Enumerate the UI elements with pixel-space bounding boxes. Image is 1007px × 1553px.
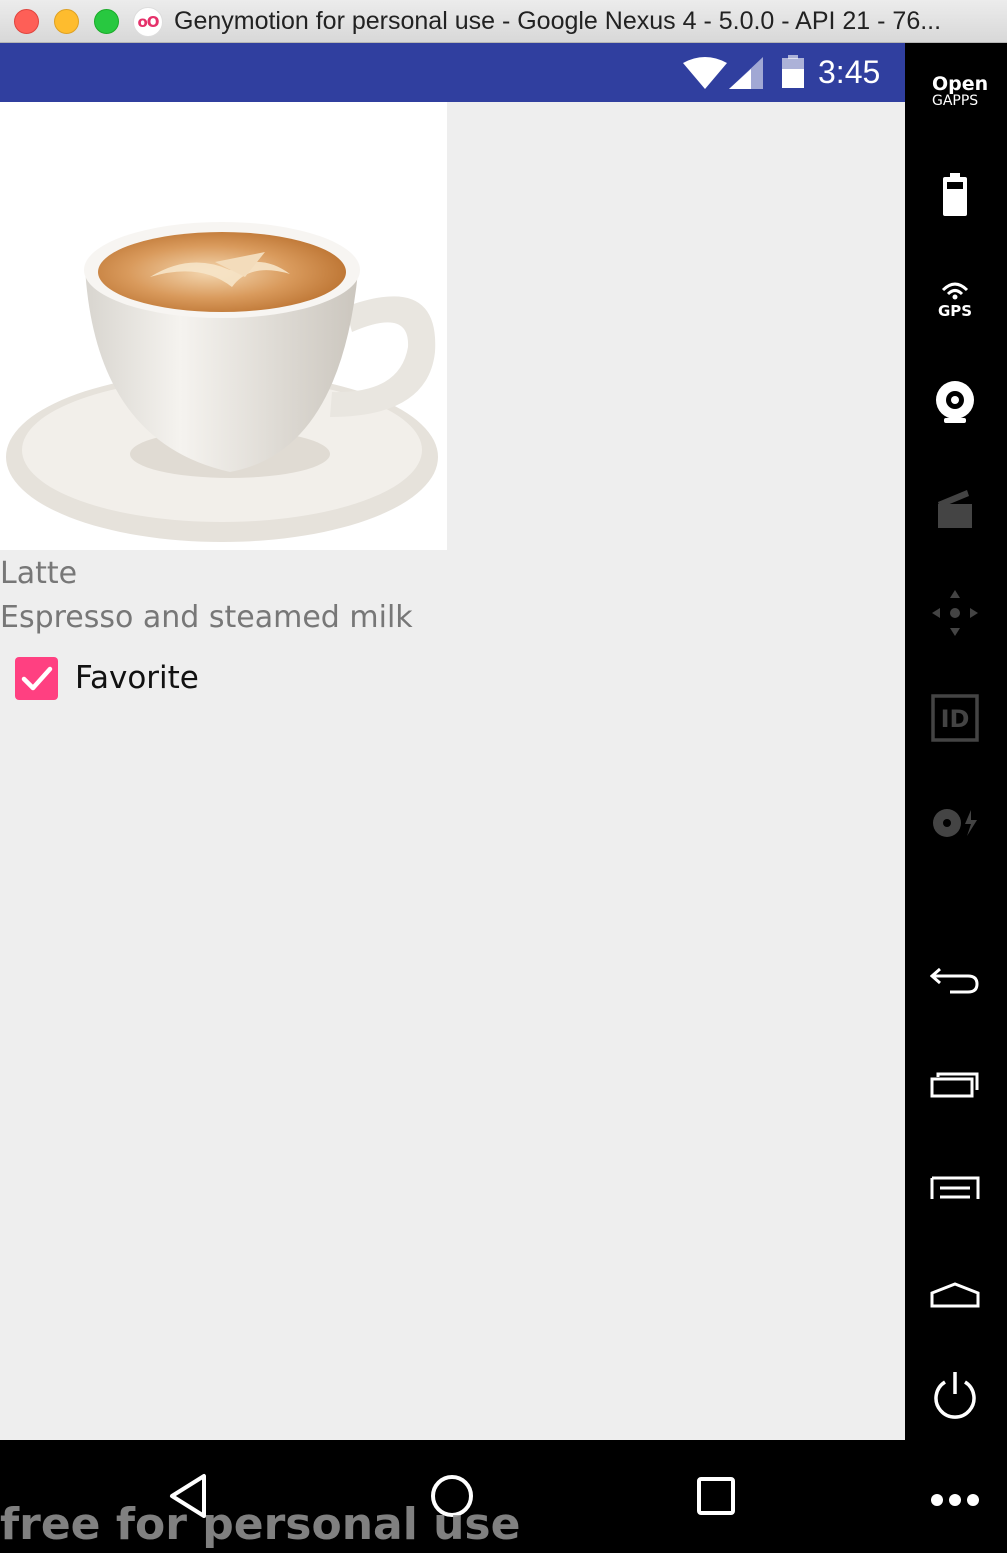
more-options-icon[interactable] [925,1470,985,1530]
home-icon[interactable] [925,1265,985,1325]
window-titlebar: oO Genymotion for personal use - Google … [0,0,1007,43]
genymotion-logo-icon: oO [133,7,163,37]
disk-io-icon[interactable] [925,793,985,853]
minimize-window-button[interactable] [54,9,79,34]
android-screen: 3:45 Latte Espresso and steamed milk Fav… [0,43,905,1440]
power-icon[interactable] [925,1365,985,1425]
window-title: Genymotion for personal use - Google Nex… [174,7,942,35]
drink-name: Latte [0,556,78,591]
status-clock: 3:45 [818,54,881,90]
recent-apps-icon[interactable] [925,1055,985,1115]
webcam-icon[interactable] [925,373,985,433]
battery-status-icon [782,55,804,88]
open-gapps-line2: GAPPS [932,93,979,109]
favorite-checkbox[interactable]: Favorite [15,655,315,701]
open-gapps-button[interactable]: Open GAPPS [932,73,989,109]
drink-description: Espresso and steamed milk [0,600,413,635]
screencast-icon[interactable] [925,478,985,538]
zoom-window-button[interactable] [94,9,119,34]
recents-nav-icon[interactable] [686,1466,746,1526]
checkbox-checked-icon[interactable] [15,657,58,700]
favorite-label: Favorite [75,660,199,696]
open-gapps-line1: Open [932,73,989,95]
personal-use-watermark: free for personal use [0,1499,521,1550]
gps-icon[interactable]: GPS [925,268,985,328]
status-bar: 3:45 [0,43,905,102]
close-window-button[interactable] [14,9,39,34]
dpad-icon[interactable] [925,583,985,643]
genymotion-toolbar: Open GAPPS GPS ID [905,43,1007,1553]
gps-label: GPS [938,302,972,318]
latte-coffee-cup-image [0,102,447,550]
identifiers-icon[interactable]: ID [925,688,985,748]
wifi-icon [683,57,727,89]
back-icon[interactable] [925,950,985,1010]
cell-signal-icon [729,57,763,89]
battery-icon[interactable] [925,165,985,225]
menu-icon[interactable] [925,1158,985,1218]
id-label: ID [941,705,970,733]
